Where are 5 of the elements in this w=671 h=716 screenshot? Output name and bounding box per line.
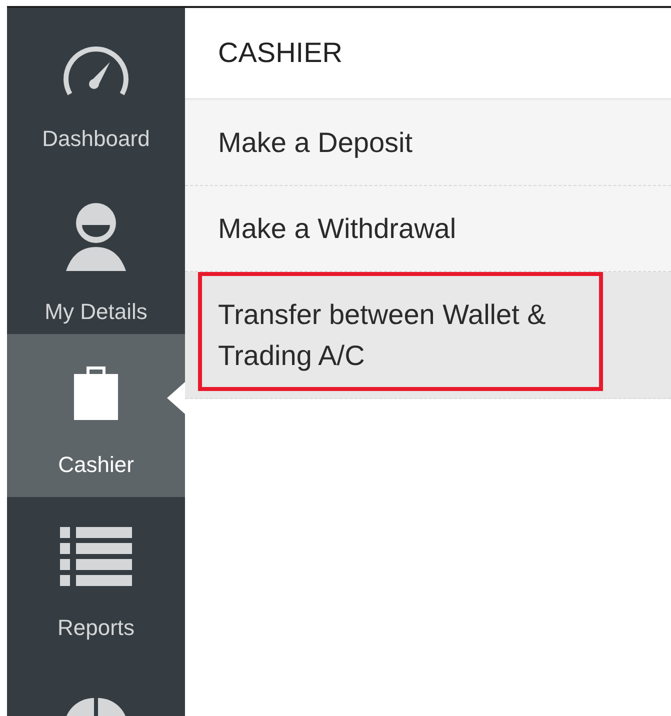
menu-item[interactable]: Make a Withdrawal [185, 186, 671, 272]
sidebar-item[interactable]: Cashier [7, 334, 185, 497]
menu-item[interactable]: Transfer between Wallet & Trading A/C [185, 272, 671, 399]
list-icon [60, 527, 132, 589]
menu-item[interactable]: Make a Deposit [185, 100, 671, 186]
